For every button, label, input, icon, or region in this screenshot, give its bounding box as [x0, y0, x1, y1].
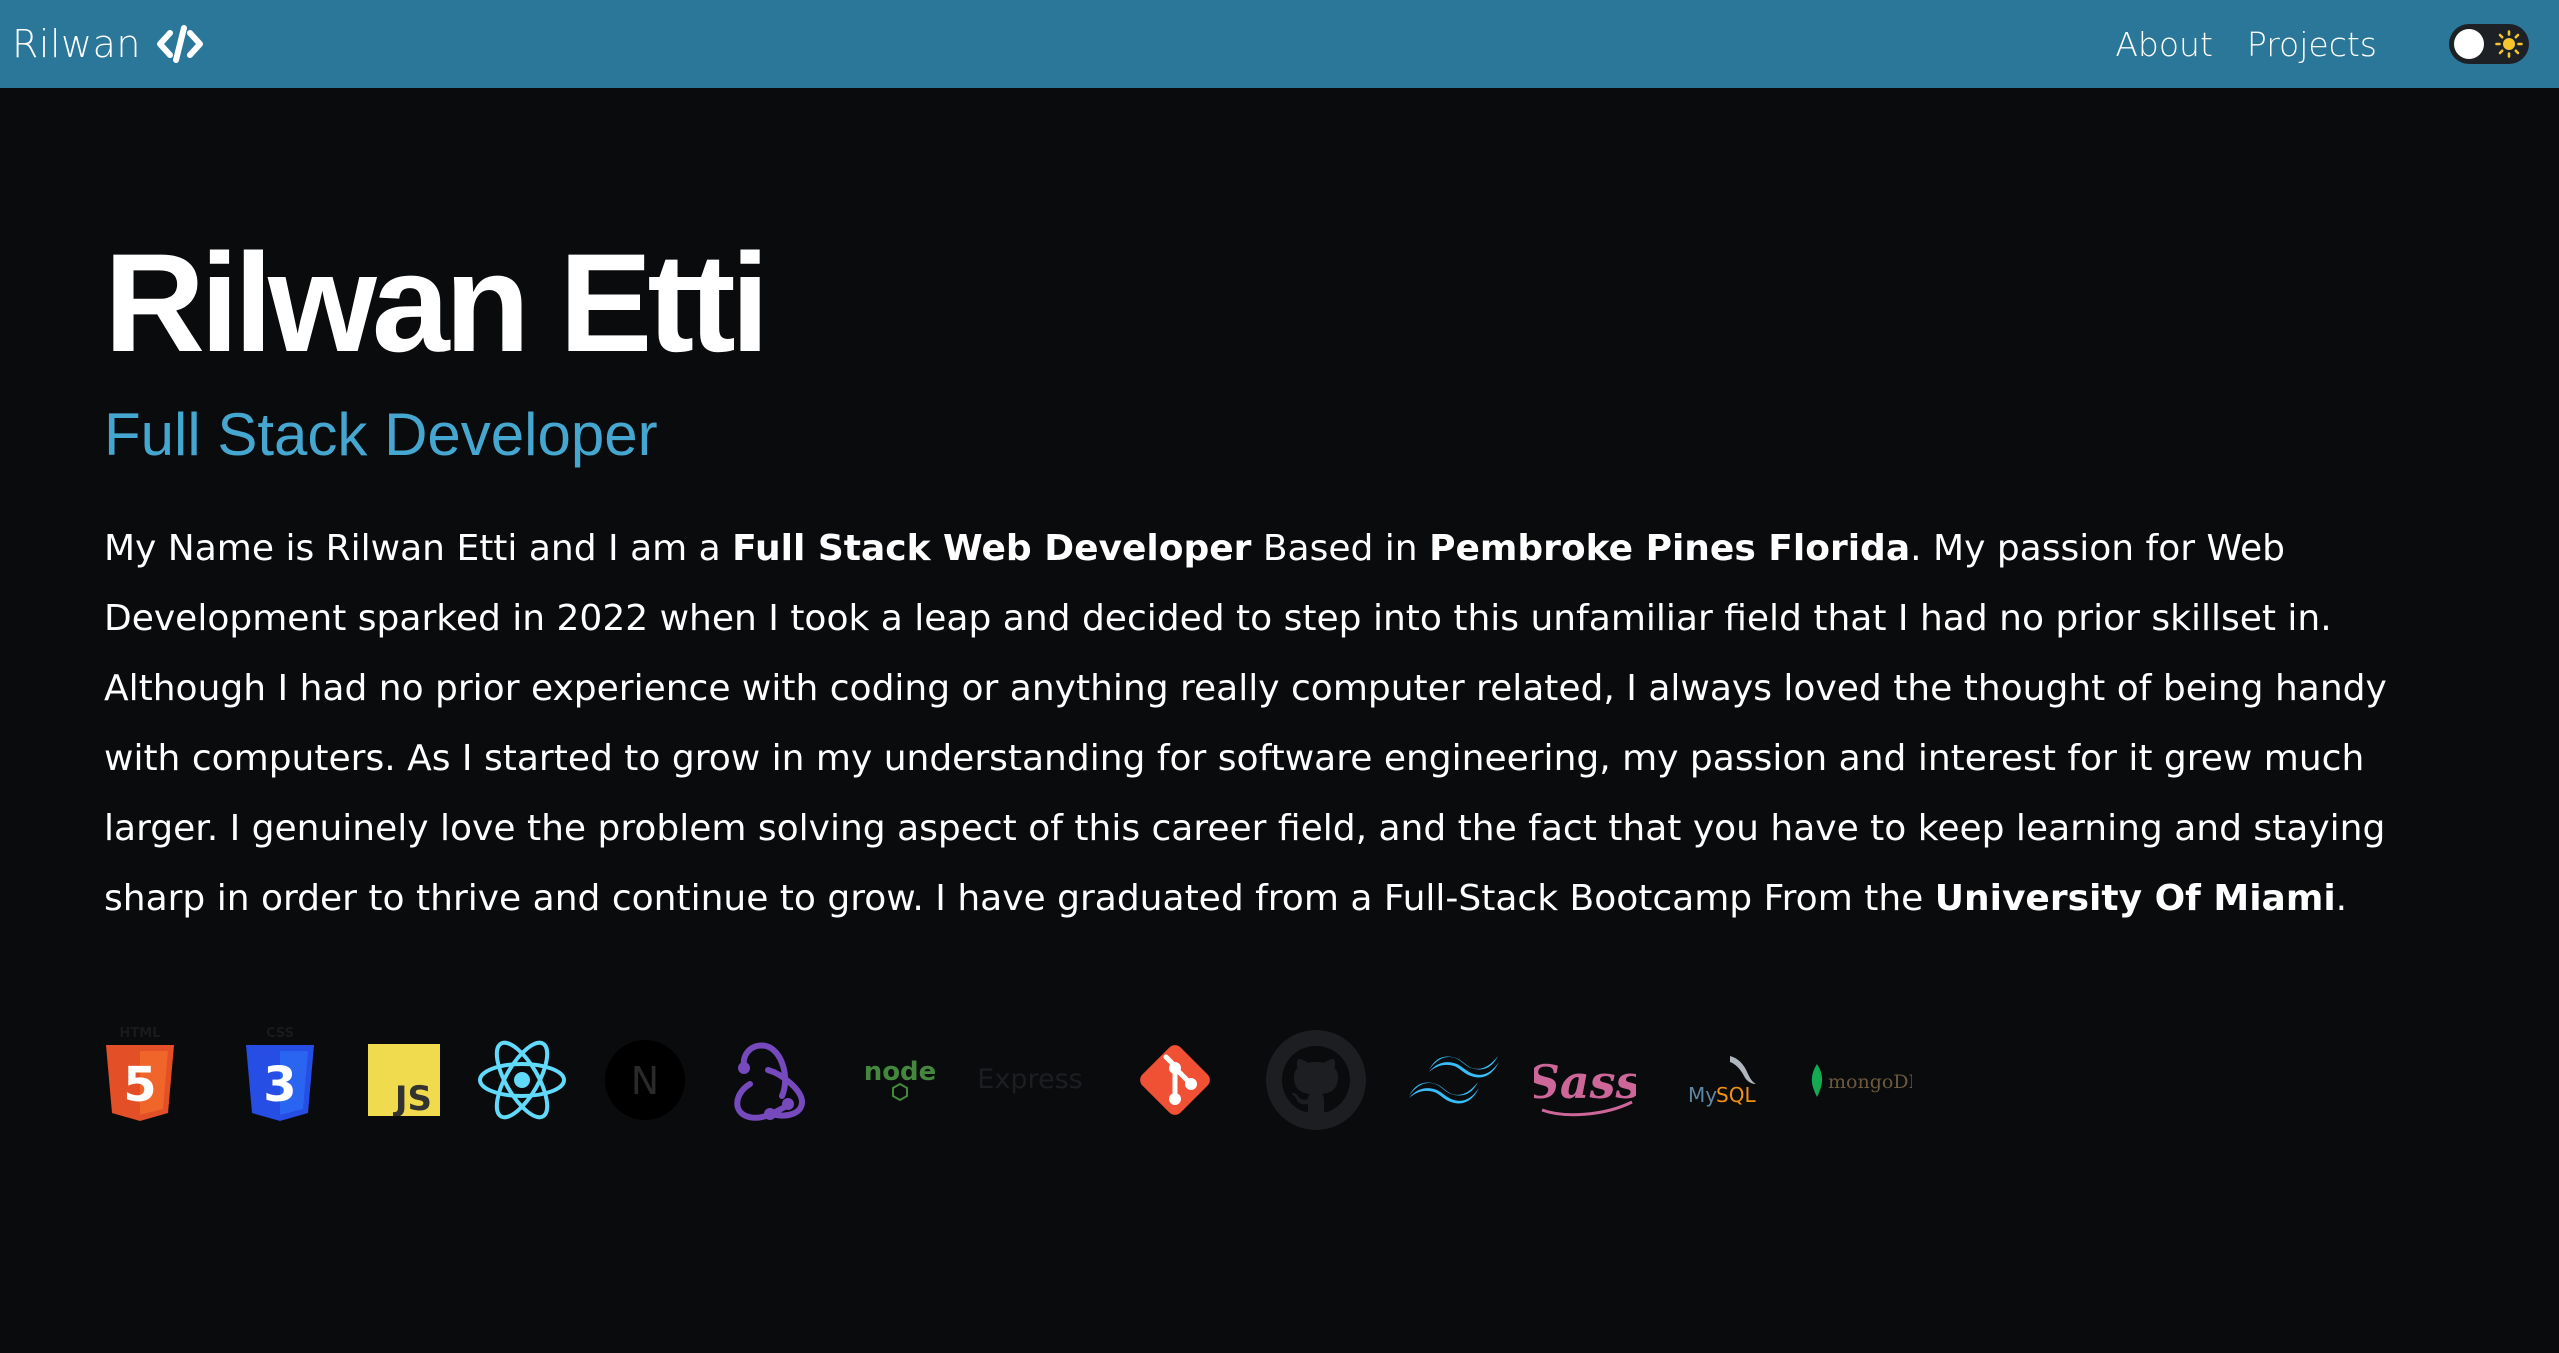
express-icon: Express	[978, 1064, 1082, 1095]
css3-label: CSS	[266, 1026, 294, 1041]
html5-glyph: 5	[123, 1057, 156, 1113]
tech-tailwind	[1404, 1020, 1504, 1140]
tech-nextjs: N	[604, 1020, 686, 1140]
javascript-icon: JS	[368, 1044, 440, 1116]
github-icon	[1266, 1030, 1366, 1130]
tech-mysql: My SQL	[1686, 1020, 1760, 1140]
tech-react	[476, 1020, 568, 1140]
html5-label: HTML	[120, 1026, 161, 1041]
mysql-icon: My SQL	[1688, 1056, 1756, 1107]
bio-text: My Name is Rilwan Etti and I am a	[104, 528, 733, 569]
express-label: Express	[978, 1064, 1082, 1095]
mongodb-label: mongoDB	[1828, 1071, 1912, 1093]
hero-section: Rilwan Etti Full Stack Developer My Name…	[104, 228, 2404, 934]
javascript-label: JS	[393, 1079, 432, 1116]
tech-css3: CSS 3	[244, 1020, 316, 1140]
css3-glyph: 3	[263, 1057, 296, 1113]
bio-text: . My passion for Web Development sparked…	[104, 528, 2387, 919]
tech-javascript: JS	[368, 1020, 440, 1140]
toggle-knob	[2454, 29, 2484, 59]
tech-express: Express	[978, 1020, 1082, 1140]
html5-icon: HTML 5	[106, 1026, 174, 1121]
tech-github	[1264, 1020, 1368, 1140]
mysql-label-my: My	[1688, 1083, 1717, 1107]
mysql-label-sql: SQL	[1716, 1083, 1756, 1107]
bio-highlight-role: Full Stack Web Developer	[732, 528, 1252, 569]
redux-icon	[734, 1042, 806, 1121]
hero-name: Rilwan Etti	[104, 224, 770, 381]
tech-stack: HTML 5 CSS 3 JS N node Express as My SQL…	[104, 1020, 1912, 1140]
code-slash-icon	[156, 25, 203, 63]
brand-name: Rilwan	[12, 22, 141, 66]
tech-sass: Sass	[1534, 1020, 1636, 1140]
sun-icon	[2495, 30, 2523, 58]
bio-text: .	[2335, 878, 2348, 919]
sass-icon: Sass	[1534, 1055, 1636, 1117]
navbar: Rilwan About Projects	[0, 0, 2559, 88]
git-icon	[1140, 1045, 1210, 1115]
theme-toggle[interactable]	[2449, 24, 2529, 64]
bio-text: Based in	[1251, 528, 1430, 569]
bio-highlight-school: University Of Miami	[1934, 878, 2336, 919]
mongodb-icon: mongoDB	[1811, 1064, 1912, 1097]
hero-role: Full Stack Developer	[104, 401, 658, 468]
tailwind-icon	[1409, 1056, 1499, 1104]
tech-html5: HTML 5	[104, 1020, 176, 1140]
tech-redux	[724, 1020, 810, 1140]
react-icon	[478, 1040, 566, 1120]
bio-highlight-location: Pembroke Pines Florida	[1429, 528, 1911, 569]
hero-bio: My Name is Rilwan Etti and I am a Full S…	[104, 514, 2404, 934]
nodejs-icon: node	[864, 1057, 937, 1102]
nav-link-projects[interactable]: Projects	[2247, 25, 2377, 64]
tech-nodejs: node	[862, 1020, 938, 1140]
css3-icon: CSS 3	[246, 1026, 314, 1121]
brand-link[interactable]: Rilwan	[12, 22, 205, 66]
sass-label: Sass	[1534, 1055, 1636, 1109]
tech-mongodb: mongoDB	[1808, 1020, 1912, 1140]
nodejs-label: node	[864, 1057, 937, 1087]
nav-links: About Projects	[2081, 24, 2529, 64]
nextjs-label: N	[631, 1059, 659, 1103]
tech-git	[1130, 1020, 1220, 1140]
nextjs-icon: N	[605, 1040, 685, 1120]
nav-link-about[interactable]: About	[2115, 25, 2213, 64]
